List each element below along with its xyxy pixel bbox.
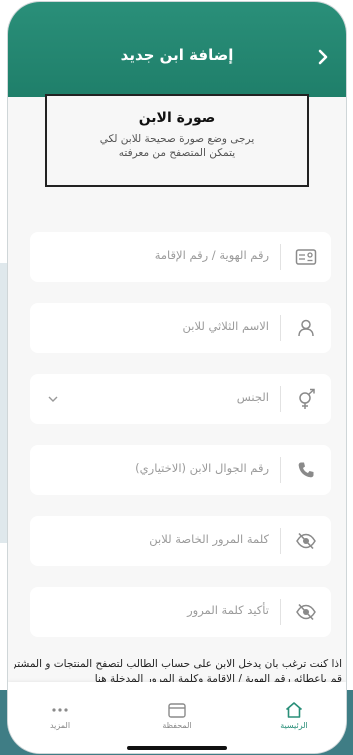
tab-wallet-label: المحفظة — [162, 721, 192, 730]
full-name-placeholder: الاسم الثلاثي للابن — [182, 319, 270, 333]
gender-placeholder: الجنس — [236, 390, 269, 404]
id-number-field[interactable]: رقم الهوية / رقم الإقامة — [30, 232, 331, 282]
id-card-icon — [281, 232, 331, 282]
confirm-password-placeholder: تأكيد كلمة المرور — [187, 603, 269, 617]
eye-off-icon[interactable] — [281, 587, 331, 637]
field-divider — [280, 315, 281, 341]
info-note-line1: اذا كنت ترغب بان يدخل الابن على حساب الط… — [14, 658, 342, 670]
eye-off-icon[interactable] — [281, 516, 331, 566]
wallet-icon — [137, 700, 217, 720]
field-divider — [280, 457, 281, 483]
tab-wallet[interactable]: المحفظة — [137, 682, 217, 732]
field-divider — [280, 244, 281, 270]
bottom-tab-bar: المزيد المحفظة الرئيسية — [8, 682, 346, 753]
password-field[interactable]: كلمة المرور الخاصة للابن — [30, 516, 331, 566]
photo-title: صورة الابن — [138, 110, 216, 126]
full-name-field[interactable]: الاسم الثلاثي للابن — [30, 303, 331, 353]
field-divider — [280, 528, 281, 554]
home-icon — [254, 700, 334, 720]
phone-screen: إضافة ابن جديد صورة الابن يرجى وضع صورة … — [8, 2, 346, 753]
home-indicator — [127, 746, 227, 750]
phone-icon — [281, 445, 331, 495]
header-bar: إضافة ابن جديد — [8, 2, 346, 97]
page-title: إضافة ابن جديد — [120, 46, 234, 64]
gender-select[interactable]: الجنس — [30, 374, 331, 424]
photo-description: يرجى وضع صورة صحيحة للابن لكي يتمكن المت… — [99, 133, 255, 159]
person-icon — [281, 303, 331, 353]
id-number-placeholder: رقم الهوية / رقم الإقامة — [154, 248, 269, 262]
gender-icon — [281, 374, 331, 424]
confirm-password-field[interactable]: تأكيد كلمة المرور — [30, 587, 331, 637]
field-divider — [280, 599, 281, 625]
field-divider — [280, 386, 281, 412]
tab-more-label: المزيد — [49, 721, 71, 730]
mobile-placeholder: رقم الجوال الابن (الاختياري) — [135, 461, 269, 475]
password-placeholder: كلمة المرور الخاصة للابن — [149, 532, 269, 546]
chevron-down-icon — [46, 391, 60, 405]
tab-more[interactable]: المزيد — [20, 682, 100, 732]
mobile-field[interactable]: رقم الجوال الابن (الاختياري) — [30, 445, 331, 495]
child-photo-upload[interactable]: صورة الابن يرجى وضع صورة صحيحة للابن لكي… — [45, 94, 309, 187]
tab-home[interactable]: الرئيسية — [254, 682, 334, 732]
tab-home-label: الرئيسية — [280, 721, 308, 730]
more-dots-icon — [20, 700, 100, 720]
